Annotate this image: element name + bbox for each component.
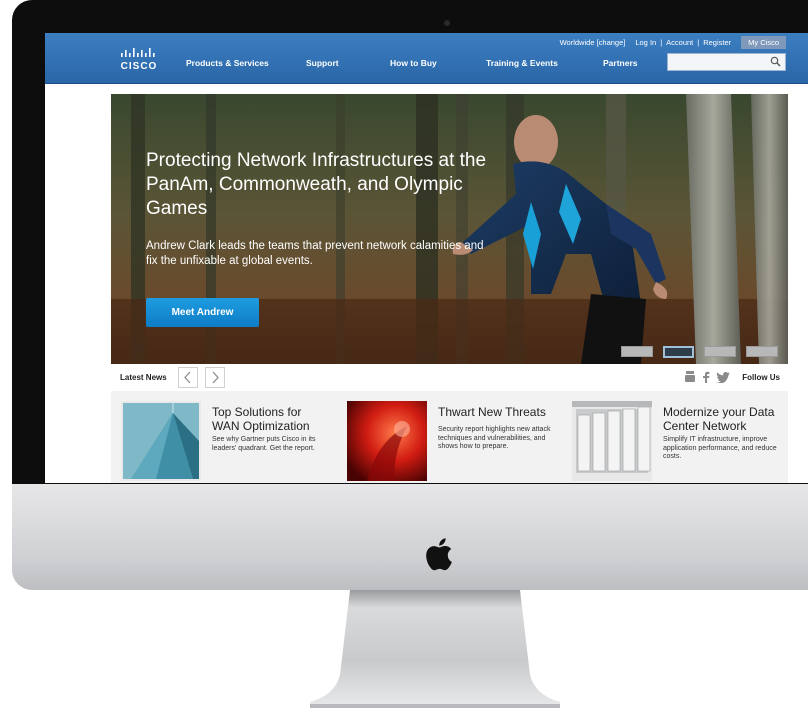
news-card-datacenter[interactable]: Modernize your Data Center Network Simpl… (562, 401, 777, 481)
red-threat-image (347, 401, 427, 481)
carousel-thumb-4[interactable] (746, 346, 778, 357)
nav-products-services[interactable]: Products & Services (186, 58, 269, 68)
latest-news-bar: Latest News Follow Us (111, 364, 788, 392)
twitter-icon[interactable] (716, 371, 731, 383)
account-link[interactable]: Account (666, 38, 693, 47)
follow-us-label: Follow Us (742, 372, 780, 382)
chevron-right-icon (212, 371, 219, 384)
news-cards: Top Solutions for WAN Optimization See w… (111, 391, 788, 483)
nav-training-events[interactable]: Training & Events (486, 58, 558, 68)
carousel-indicators (621, 346, 778, 358)
meet-andrew-button[interactable]: Meet Andrew (146, 298, 259, 327)
cisco-logo[interactable]: CISCO (118, 47, 160, 72)
latest-news-label: Latest News (120, 373, 167, 382)
carousel-thumb-2-active[interactable] (663, 346, 694, 358)
nav-support[interactable]: Support (306, 58, 339, 68)
login-link[interactable]: Log In (635, 38, 656, 47)
nav-partners[interactable]: Partners (603, 58, 638, 68)
news-next-button[interactable] (205, 367, 225, 388)
youtube-icon[interactable] (684, 371, 696, 383)
facebook-icon[interactable] (702, 371, 710, 383)
card-title[interactable]: Thwart New Threats (438, 405, 558, 419)
my-cisco-button[interactable]: My Cisco (741, 35, 786, 49)
utility-links: Worldwide [change] Log In | Account | Re… (560, 35, 786, 49)
card-title[interactable]: Top Solutions for WAN Optimization (212, 405, 332, 433)
hero-title: Protecting Network Infrastructures at th… (146, 150, 487, 219)
search-input[interactable] (667, 53, 786, 71)
card-title[interactable]: Modernize your Data Center Network (663, 405, 783, 433)
card-description: Simplify IT infrastructure, improve appl… (663, 436, 777, 460)
nav-how-to-buy[interactable]: How to Buy (390, 58, 437, 68)
util-separator: | (660, 37, 663, 47)
apple-logo-icon (426, 538, 452, 571)
cisco-wordmark: CISCO (120, 61, 158, 72)
monitor-stand (310, 590, 560, 708)
carousel-thumb-3[interactable] (704, 346, 736, 357)
register-link[interactable]: Register (703, 38, 731, 47)
news-card-threats[interactable]: Thwart New Threats Security report highl… (337, 401, 552, 481)
monitor-chin (12, 484, 808, 590)
worldwide-link[interactable]: Worldwide [change] (560, 38, 626, 47)
glass-building-image (121, 401, 201, 481)
card-description: See why Gartner puts Cisco in its leader… (212, 436, 316, 452)
social-links: Follow Us (684, 371, 780, 383)
site-header: CISCO Worldwide [change] Log In | Accoun… (45, 33, 808, 84)
server-racks-image (572, 401, 652, 481)
card-description: Security report highlights new attack te… (438, 426, 551, 450)
cisco-bars-icon (121, 48, 155, 57)
search-icon[interactable] (770, 56, 781, 67)
hero-subtitle: Andrew Clark leads the teams that preven… (146, 240, 484, 267)
browser-screen: CISCO Worldwide [change] Log In | Accoun… (45, 33, 808, 483)
news-card-wan[interactable]: Top Solutions for WAN Optimization See w… (111, 401, 326, 481)
camera-dot (444, 20, 450, 26)
hero-banner: Protecting Network Infrastructures at th… (111, 94, 788, 364)
util-separator: | (697, 37, 700, 47)
news-prev-button[interactable] (178, 367, 198, 388)
carousel-thumb-1[interactable] (621, 346, 653, 357)
chevron-left-icon (184, 371, 191, 384)
